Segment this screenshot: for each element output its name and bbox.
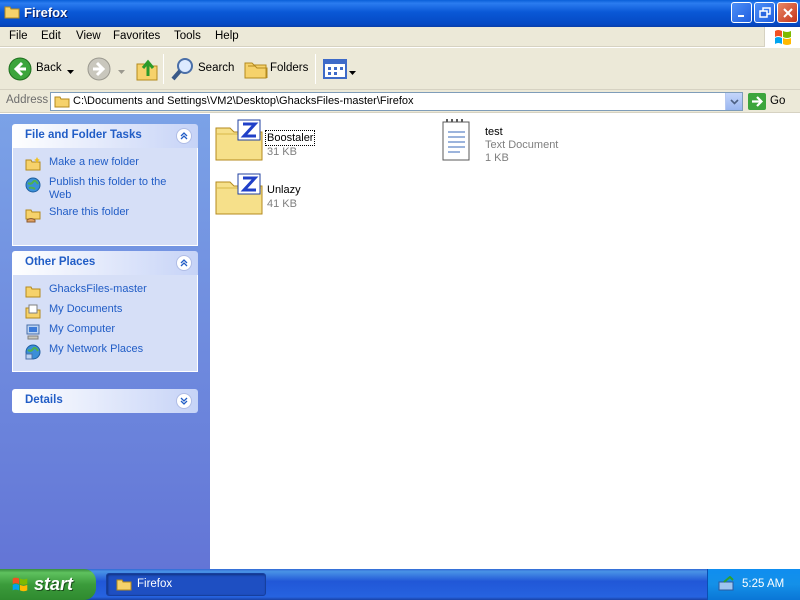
folder-icon — [25, 284, 41, 302]
maximize-button[interactable] — [754, 2, 775, 23]
back-arrow-icon[interactable] — [8, 57, 32, 84]
file-folder-tasks-panel: File and Folder Tasks Make a new folder … — [12, 124, 198, 246]
make-new-folder-link[interactable]: Make a new folder — [13, 154, 197, 174]
views-dropdown-icon[interactable] — [349, 66, 356, 79]
address-bar: Address C:\Documents and Settings\VM2\De… — [0, 90, 800, 113]
menu-favorites[interactable]: Favorites — [113, 30, 160, 42]
safely-remove-hardware-icon[interactable] — [718, 575, 736, 595]
menu-edit[interactable]: Edit — [41, 30, 61, 42]
place-label: GhacksFiles-master — [49, 283, 147, 295]
forward-arrow-icon[interactable] — [87, 57, 111, 84]
menu-tools[interactable]: Tools — [174, 30, 201, 42]
toolbar-separator — [163, 54, 164, 84]
zip-folder-icon — [214, 118, 264, 165]
other-places-panel: Other Places GhacksFiles-master My Docum… — [12, 251, 198, 372]
window-title: Firefox — [24, 5, 68, 20]
title-bar[interactable]: Firefox — [0, 0, 800, 27]
taskbar: start Firefox 5:25 AM — [0, 569, 800, 600]
clock: 5:25 AM — [742, 578, 785, 590]
task-label: Publish this folder to the Web — [49, 176, 167, 201]
menu-view[interactable]: View — [76, 30, 101, 42]
file-size: 41 KB — [267, 198, 297, 210]
file-size: 31 KB — [267, 146, 297, 158]
place-label: My Computer — [49, 323, 116, 335]
globe-icon — [25, 177, 41, 197]
place-my-network-places[interactable]: My Network Places — [13, 341, 197, 361]
chevron-down-icon[interactable] — [176, 393, 192, 409]
taskbar-item-label: Firefox — [137, 578, 173, 590]
system-tray: 5:25 AM — [707, 569, 800, 600]
place-ghacksfiles-master[interactable]: GhacksFiles-master — [13, 281, 197, 301]
address-input[interactable]: C:\Documents and Settings\VM2\Desktop\Gh… — [50, 92, 743, 111]
folder-icon — [4, 5, 20, 22]
network-places-icon — [25, 344, 41, 364]
folder-icon — [116, 578, 132, 594]
task-pane: File and Folder Tasks Make a new folder … — [0, 114, 210, 569]
place-my-documents[interactable]: My Documents — [13, 301, 197, 321]
file-size: 1 KB — [485, 152, 509, 164]
toolbar-separator — [315, 54, 316, 84]
file-item-unlazy[interactable]: Unlazy 41 KB — [214, 172, 354, 220]
file-name[interactable]: Unlazy — [267, 184, 301, 196]
taskbar-item-firefox[interactable]: Firefox — [106, 573, 266, 596]
address-path[interactable]: C:\Documents and Settings\VM2\Desktop\Gh… — [73, 95, 414, 107]
search-icon[interactable] — [170, 56, 196, 85]
place-label: My Documents — [49, 303, 123, 315]
chevron-up-icon[interactable] — [176, 255, 192, 271]
panel-title: File and Folder Tasks — [25, 129, 142, 141]
folder-icon — [54, 95, 70, 111]
close-button[interactable] — [777, 2, 798, 23]
panel-header[interactable]: File and Folder Tasks — [12, 124, 198, 148]
address-label: Address — [6, 94, 49, 106]
file-name[interactable]: test — [485, 126, 503, 138]
zip-folder-icon — [214, 172, 264, 219]
back-button[interactable]: Back — [36, 62, 62, 74]
windows-flag-icon — [10, 575, 30, 596]
address-dropdown-button[interactable] — [725, 93, 742, 110]
search-button[interactable]: Search — [198, 62, 234, 74]
forward-dropdown-icon[interactable] — [118, 65, 125, 78]
panel-header[interactable]: Details — [12, 389, 198, 413]
file-item-boostaler[interactable]: Boostaler 31 KB — [214, 118, 354, 166]
toolbar: Back Search Folders — [0, 48, 800, 90]
go-button[interactable]: Go — [770, 95, 785, 107]
views-icon[interactable] — [323, 58, 347, 83]
menu-bar: File Edit View Favorites Tools Help — [0, 27, 800, 47]
menu-help[interactable]: Help — [215, 30, 239, 42]
shared-folder-icon — [25, 207, 41, 227]
file-list[interactable]: Boostaler 31 KB test Text Document 1 KB … — [210, 114, 800, 569]
windows-logo-icon — [764, 27, 800, 47]
panel-title: Other Places — [25, 256, 96, 268]
panel-title: Details — [25, 394, 63, 406]
place-my-computer[interactable]: My Computer — [13, 321, 197, 341]
folders-button[interactable]: Folders — [270, 62, 308, 74]
file-name[interactable]: Boostaler — [264, 130, 316, 146]
share-folder-link[interactable]: Share this folder — [13, 204, 197, 224]
start-label: start — [34, 574, 74, 594]
text-document-icon — [440, 118, 474, 167]
file-item-test[interactable]: test Text Document 1 KB — [440, 118, 590, 166]
minimize-button[interactable] — [731, 2, 752, 23]
publish-folder-link[interactable]: Publish this folder to the Web — [13, 174, 197, 204]
file-type: Text Document — [485, 139, 559, 151]
task-label: Make a new folder — [49, 156, 139, 168]
panel-header[interactable]: Other Places — [12, 251, 198, 275]
chevron-up-icon[interactable] — [176, 128, 192, 144]
place-label: My Network Places — [49, 343, 144, 355]
task-label: Share this folder — [49, 206, 130, 218]
folders-icon[interactable] — [244, 58, 268, 83]
go-arrow-icon[interactable] — [748, 93, 766, 113]
menu-file[interactable]: File — [9, 30, 28, 42]
up-folder-icon[interactable] — [135, 56, 159, 85]
back-dropdown-icon[interactable] — [67, 65, 74, 78]
start-button[interactable]: start — [0, 569, 96, 600]
details-panel: Details — [12, 389, 198, 413]
new-folder-icon — [25, 157, 41, 175]
